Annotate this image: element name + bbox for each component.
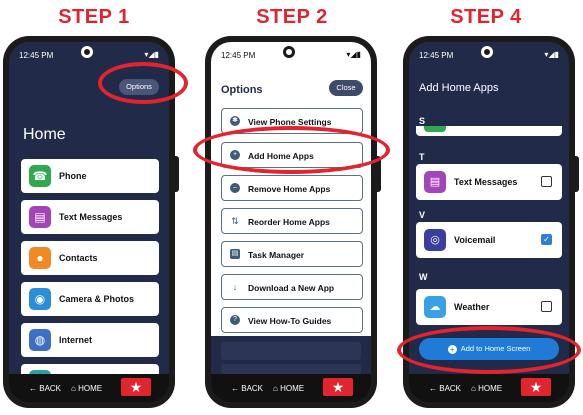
- section-s: S: [419, 116, 426, 126]
- internet-icon: ◍: [29, 329, 51, 351]
- highlight-add-to-home-screen: [397, 326, 581, 374]
- app-label: Camera & Photos: [59, 294, 135, 304]
- camera-icon: ◉: [29, 288, 51, 310]
- star-icon[interactable]: ★: [521, 378, 551, 396]
- options-panel: 12:45 PM ▾◢▮ Options Close ✱ View Phone …: [211, 42, 371, 336]
- highlight-add-home-apps: [193, 126, 390, 174]
- app-row-voicemail[interactable]: ◎ Voicemail ✓: [416, 222, 562, 258]
- text-messages-icon: ▤: [424, 171, 446, 193]
- menu-label: Remove Home Apps: [248, 184, 331, 194]
- app-row-weather[interactable]: ☁ Weather: [416, 289, 562, 325]
- step-4-heading: STEP 4: [450, 6, 522, 28]
- app-row-text-messages[interactable]: ▤ Text Messages: [416, 164, 562, 200]
- section-w: W: [419, 272, 428, 282]
- nav-bar: ← BACK ⌂ HOME ★: [409, 374, 569, 402]
- menu-remove-home-apps[interactable]: – Remove Home Apps: [221, 175, 363, 201]
- app-tile-camera[interactable]: ◉ Camera & Photos: [21, 282, 159, 316]
- reorder-icon: ⇅: [231, 216, 239, 226]
- signal-icon: ▾◢▮: [144, 50, 159, 59]
- step-2-heading: STEP 2: [256, 6, 328, 28]
- background-tile: [221, 364, 361, 374]
- download-icon: ↓: [232, 282, 238, 292]
- section-v: V: [419, 210, 426, 220]
- page-title: Add Home Apps: [419, 82, 499, 94]
- app-label: Voicemail: [454, 235, 496, 245]
- select-checkbox-checked[interactable]: ✓: [541, 234, 552, 245]
- nav-bar: ← BACK ⌂ HOME ★: [211, 374, 371, 402]
- partial-app-row[interactable]: [416, 126, 562, 136]
- front-camera: [81, 46, 93, 58]
- nav-bar: ← BACK ⌂ HOME ★: [9, 374, 169, 402]
- signal-icon: ▾◢▮: [544, 50, 559, 59]
- background-tile: [221, 342, 361, 360]
- menu-task-manager[interactable]: ▤ Task Manager: [221, 241, 363, 267]
- side-button: [175, 156, 179, 192]
- app-label: Weather: [454, 302, 490, 312]
- app-tile-contacts[interactable]: ● Contacts: [21, 241, 159, 275]
- front-camera: [481, 46, 493, 58]
- app-label: Phone: [59, 171, 87, 181]
- app-tile-text-messages[interactable]: ▤ Text Messages: [21, 200, 159, 234]
- settings-icon: ✱: [230, 116, 240, 126]
- back-button[interactable]: ← BACK: [231, 384, 263, 393]
- page-title: Home: [23, 126, 66, 143]
- app-label: Text Messages: [59, 212, 123, 222]
- phone-icon: ☎: [29, 165, 51, 187]
- section-t: T: [419, 152, 425, 162]
- phone-step-2: 12:45 PM ▾◢▮ Options Close ✱ View Phone …: [205, 36, 381, 408]
- front-camera: [283, 46, 295, 58]
- options-screen: 12:45 PM ▾◢▮ Options Close ✱ View Phone …: [211, 42, 371, 402]
- home-button[interactable]: ⌂ HOME: [273, 384, 304, 393]
- close-button[interactable]: Close: [329, 80, 363, 96]
- remove-icon: –: [230, 183, 240, 193]
- menu-label: View How-To Guides: [248, 316, 332, 326]
- home-button[interactable]: ⌂ HOME: [71, 384, 102, 393]
- menu-reorder-home-apps[interactable]: ⇅ Reorder Home Apps: [221, 208, 363, 234]
- menu-label: Download a New App: [248, 283, 335, 293]
- partial-app-icon: [424, 126, 446, 132]
- menu-download-new-app[interactable]: ↓ Download a New App: [221, 274, 363, 300]
- step-1-heading: STEP 1: [58, 6, 130, 28]
- voicemail-icon: ◎: [424, 229, 446, 251]
- status-time: 12:45 PM: [19, 51, 54, 60]
- help-icon: ?: [230, 315, 240, 325]
- star-icon[interactable]: ★: [121, 378, 151, 396]
- star-icon[interactable]: ★: [323, 378, 353, 396]
- contacts-icon: ●: [29, 247, 51, 269]
- select-checkbox[interactable]: [541, 301, 552, 312]
- app-label: Contacts: [59, 253, 98, 263]
- back-button[interactable]: ← BACK: [29, 384, 61, 393]
- home-button[interactable]: ⌂ HOME: [471, 384, 502, 393]
- app-label: Internet: [59, 335, 93, 345]
- menu-label: Reorder Home Apps: [248, 217, 330, 227]
- options-header: Options: [221, 84, 263, 96]
- menu-label: Task Manager: [248, 250, 305, 260]
- signal-icon: ▾◢▮: [346, 50, 361, 59]
- app-tile-phone[interactable]: ☎ Phone: [21, 159, 159, 193]
- text-messages-icon: ▤: [29, 206, 51, 228]
- task-manager-icon: ▤: [230, 249, 240, 259]
- select-checkbox[interactable]: [541, 176, 552, 187]
- status-time: 12:45 PM: [221, 51, 256, 60]
- status-time: 12:45 PM: [419, 51, 454, 60]
- highlight-options: [98, 62, 188, 104]
- app-label: Text Messages: [454, 177, 518, 187]
- app-tile-internet[interactable]: ◍ Internet: [21, 323, 159, 357]
- weather-icon: ☁: [424, 296, 446, 318]
- side-button: [575, 156, 579, 192]
- back-button[interactable]: ← BACK: [429, 384, 461, 393]
- menu-view-how-to-guides[interactable]: ? View How-To Guides: [221, 307, 363, 333]
